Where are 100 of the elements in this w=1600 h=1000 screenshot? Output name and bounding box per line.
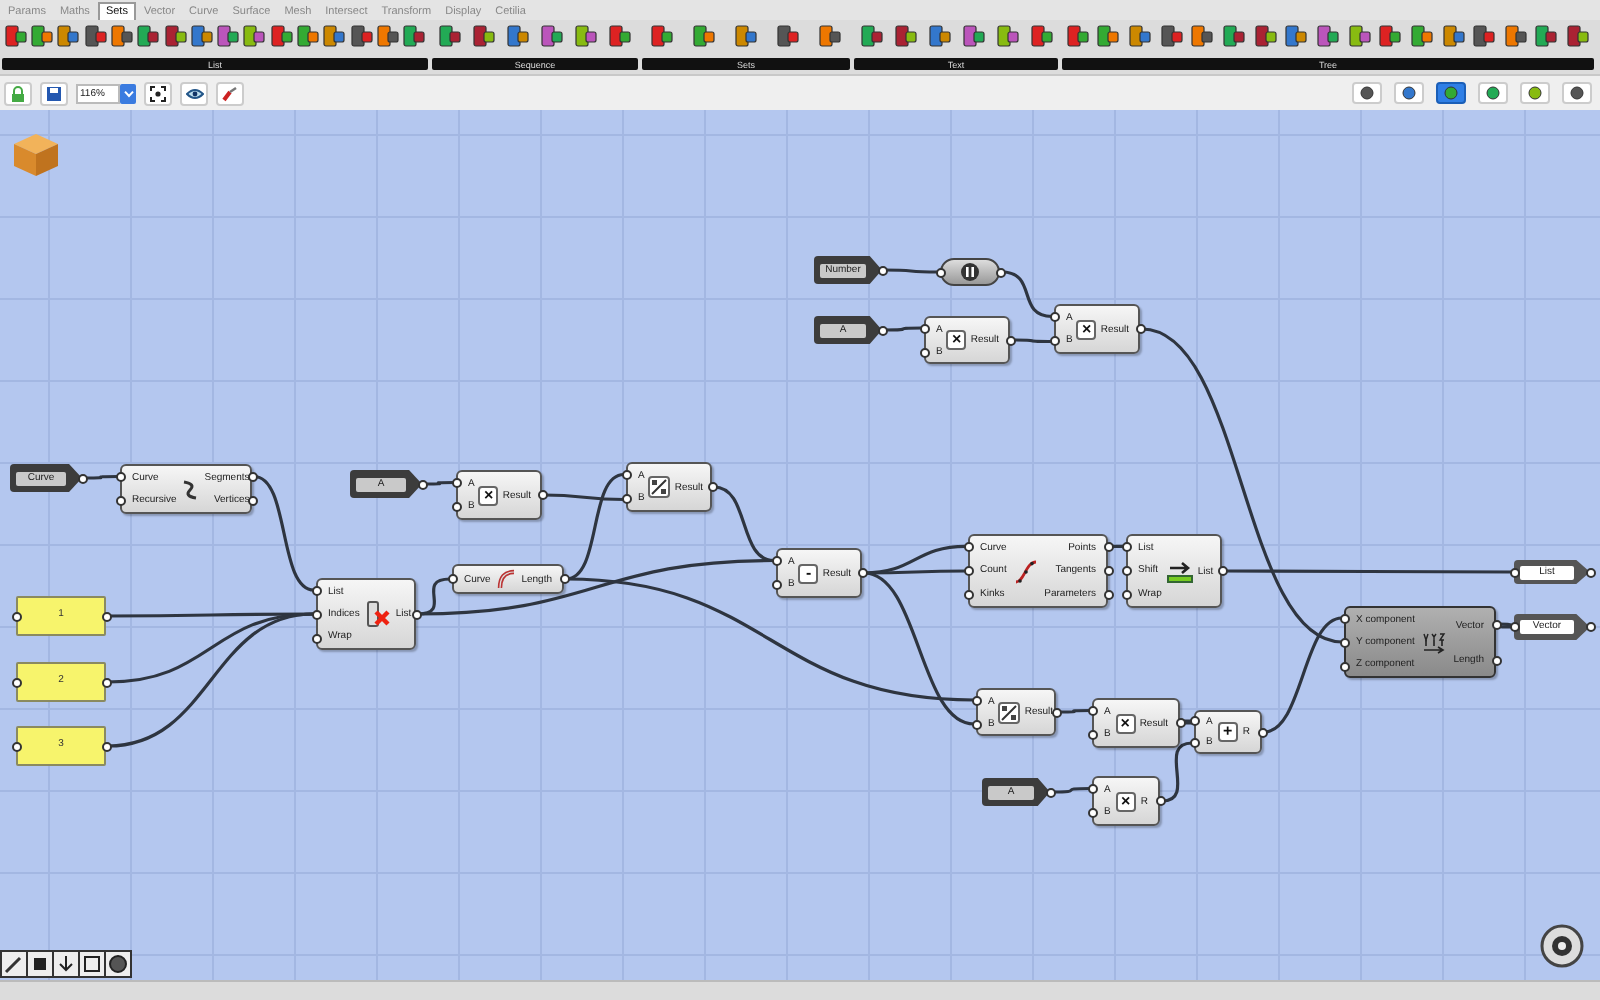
component-icon[interactable]: [216, 24, 241, 48]
port[interactable]: [971, 719, 981, 729]
port[interactable]: [1005, 335, 1015, 345]
port[interactable]: [1087, 783, 1097, 794]
port[interactable]: [101, 677, 111, 687]
component-icon[interactable]: [817, 24, 842, 48]
component-icon[interactable]: [322, 24, 347, 48]
frame-icon[interactable]: [80, 952, 104, 976]
port[interactable]: [101, 611, 111, 621]
port[interactable]: [11, 677, 21, 687]
port[interactable]: [559, 574, 569, 584]
component-icon[interactable]: [1029, 24, 1053, 48]
port[interactable]: [963, 541, 973, 552]
component-icon[interactable]: [1409, 24, 1434, 48]
port[interactable]: [1509, 567, 1519, 577]
zoom-extents-button[interactable]: [144, 81, 172, 105]
component-icon[interactable]: [1159, 24, 1184, 48]
component-icon[interactable]: [733, 24, 758, 48]
component-icon[interactable]: [1472, 24, 1497, 48]
component-icon[interactable]: [1096, 24, 1121, 48]
component-icon[interactable]: [3, 24, 28, 48]
component-icon[interactable]: [859, 24, 883, 48]
square-icon[interactable]: [28, 952, 52, 976]
component-icon[interactable]: [893, 24, 917, 48]
port[interactable]: [877, 325, 887, 335]
port[interactable]: [411, 609, 421, 619]
port[interactable]: [451, 477, 461, 488]
port[interactable]: [447, 574, 457, 584]
component-icon[interactable]: [437, 24, 462, 48]
zoom-dropdown-button[interactable]: [120, 83, 136, 103]
port[interactable]: [77, 473, 87, 483]
port[interactable]: [311, 585, 321, 595]
component-icon[interactable]: [296, 24, 321, 48]
component-icon[interactable]: [163, 24, 188, 48]
port[interactable]: [1049, 336, 1059, 347]
component-icon[interactable]: [1065, 24, 1090, 48]
canvas[interactable]: [0, 110, 1600, 980]
component-icon[interactable]: [1253, 24, 1278, 48]
component-icon[interactable]: [349, 24, 374, 48]
component-icon[interactable]: [505, 24, 530, 48]
component-icon[interactable]: [1190, 24, 1215, 48]
port[interactable]: [1087, 705, 1097, 716]
component-icon[interactable]: [574, 24, 599, 48]
port[interactable]: [919, 347, 929, 357]
component-icon[interactable]: [1378, 24, 1403, 48]
port[interactable]: [771, 555, 781, 566]
component-icon[interactable]: [109, 24, 134, 48]
port[interactable]: [101, 741, 111, 751]
component-icon[interactable]: [1347, 24, 1372, 48]
port[interactable]: [311, 609, 321, 619]
port[interactable]: [1051, 707, 1061, 717]
preview-button[interactable]: [180, 81, 208, 105]
port[interactable]: [1087, 808, 1097, 819]
component-icon[interactable]: [242, 24, 267, 48]
port[interactable]: [707, 482, 717, 492]
port[interactable]: [1491, 655, 1501, 665]
port[interactable]: [247, 496, 257, 507]
component-icon[interactable]: [775, 24, 800, 48]
pencil-icon[interactable]: [2, 952, 26, 976]
port[interactable]: [621, 494, 631, 505]
component-icon[interactable]: [1315, 24, 1340, 48]
component-icon[interactable]: [995, 24, 1019, 48]
port[interactable]: [857, 568, 867, 578]
port[interactable]: [1585, 622, 1595, 632]
lock-button[interactable]: [4, 81, 32, 105]
port[interactable]: [971, 695, 981, 705]
component-icon[interactable]: [1284, 24, 1309, 48]
component-icon[interactable]: [189, 24, 214, 48]
component-icon[interactable]: [650, 24, 675, 48]
component-icon[interactable]: [1503, 24, 1528, 48]
port[interactable]: [1045, 787, 1055, 797]
port[interactable]: [1339, 613, 1349, 623]
component-icon[interactable]: [540, 24, 565, 48]
port[interactable]: [1257, 727, 1267, 737]
port[interactable]: [621, 469, 631, 480]
port[interactable]: [11, 741, 21, 751]
component-icon[interactable]: [1222, 24, 1247, 48]
port[interactable]: [537, 490, 547, 500]
component-icon[interactable]: [1128, 24, 1153, 48]
component-icon[interactable]: [1441, 24, 1465, 48]
port[interactable]: [771, 580, 781, 591]
component-icon[interactable]: [961, 24, 985, 48]
port[interactable]: [963, 566, 973, 576]
component-icon[interactable]: [1534, 24, 1559, 48]
port[interactable]: [417, 479, 427, 489]
component-icon[interactable]: [29, 24, 54, 48]
component-icon[interactable]: [471, 24, 496, 48]
port[interactable]: [919, 323, 929, 333]
component-icon[interactable]: [56, 24, 81, 48]
port[interactable]: [1155, 796, 1165, 806]
component-icon[interactable]: [136, 24, 161, 48]
component-icon[interactable]: [1566, 24, 1591, 48]
port[interactable]: [247, 471, 257, 482]
component-icon[interactable]: [692, 24, 717, 48]
component-icon[interactable]: [402, 24, 427, 48]
port[interactable]: [1049, 311, 1059, 322]
port[interactable]: [115, 496, 125, 507]
save-button[interactable]: [40, 81, 68, 105]
circle-icon[interactable]: [106, 952, 130, 976]
port[interactable]: [877, 265, 887, 275]
